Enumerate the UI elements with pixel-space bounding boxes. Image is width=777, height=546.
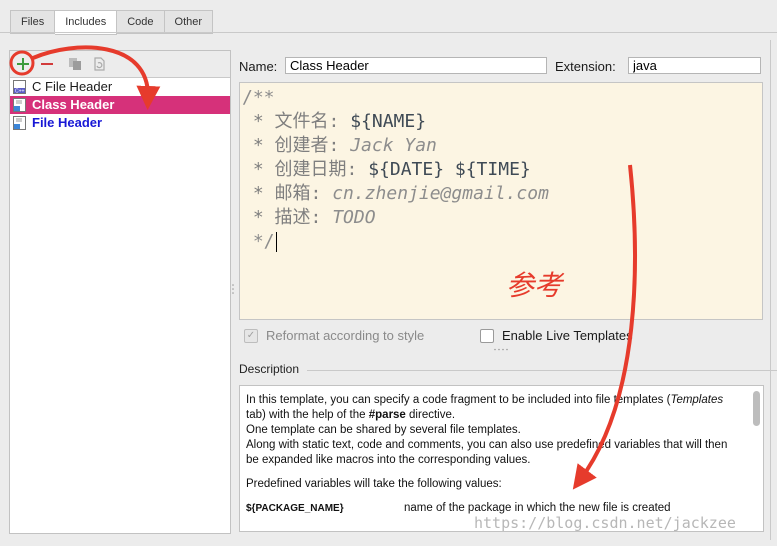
list-item-c-file-header[interactable]: C++ C File Header [10, 78, 230, 96]
name-input[interactable] [285, 57, 547, 74]
variable-name: ${PACKAGE_NAME} [246, 503, 344, 514]
description-scrollbar[interactable] [753, 391, 760, 426]
code-line: /** [242, 87, 275, 108]
description-title: Description [239, 362, 300, 376]
list-item-class-header[interactable]: Class Header [10, 96, 230, 114]
description-paragraph: In this template, you can specify a code… [246, 394, 728, 466]
svg-text:C++: C++ [15, 89, 25, 95]
description-panel[interactable]: In this template, you can specify a code… [239, 385, 764, 532]
description-divider [307, 370, 777, 371]
code-line: * 文件名: ${NAME} [242, 111, 427, 132]
handwritten-annotation: 参考 [506, 269, 563, 302]
add-template-button[interactable] [14, 55, 32, 73]
extension-input[interactable] [628, 57, 761, 74]
copy-icon [69, 58, 81, 70]
tab-divider [0, 32, 777, 33]
reformat-checkbox[interactable]: ✓ Reformat according to style [244, 328, 424, 343]
template-list-panel: C++ C File Header Class Header File Head… [9, 50, 231, 534]
list-item-file-header[interactable]: File Header [10, 114, 230, 132]
code-line: * 创建日期: ${DATE} ${TIME} [242, 159, 531, 180]
code-line: * 创建者: Jack Yan [242, 135, 437, 156]
checkbox-checked-icon: ✓ [244, 328, 258, 343]
live-templates-checkbox[interactable]: Enable Live Templates [480, 328, 633, 343]
extension-label: Extension: [555, 59, 616, 74]
list-item-label: Class Header [32, 97, 115, 112]
live-templates-label: Enable Live Templates [502, 328, 633, 343]
tab-code[interactable]: Code [117, 10, 165, 34]
panel-border [770, 40, 771, 540]
code-line: * 描述: TODO [242, 207, 376, 228]
reformat-label: Reformat according to style [266, 328, 425, 343]
tab-files[interactable]: Files [10, 10, 56, 34]
splitter-handle[interactable] [231, 283, 235, 295]
plus-icon [17, 58, 29, 70]
name-label: Name: [239, 59, 278, 74]
reset-icon [94, 57, 105, 71]
splitter-handle-horizontal[interactable] [493, 348, 509, 351]
java-file-icon [13, 98, 26, 112]
code-line: */ [242, 231, 277, 252]
description-paragraph: Predefined variables will take the follo… [246, 478, 502, 490]
c-file-icon: C++ [13, 80, 26, 94]
template-editor[interactable]: /** * 文件名: ${NAME} * 创建者: Jack Yan * 创建日… [239, 82, 763, 320]
reset-template-button[interactable] [90, 55, 108, 73]
text-cursor [275, 232, 277, 252]
list-toolbar [10, 51, 230, 78]
template-list: C++ C File Header Class Header File Head… [10, 78, 230, 132]
checkbox-unchecked-icon [480, 328, 494, 343]
java-file-icon [13, 116, 26, 130]
list-item-label: File Header [32, 115, 103, 130]
minus-icon [41, 63, 53, 65]
copy-template-button[interactable] [66, 55, 84, 73]
list-item-label: C File Header [32, 79, 113, 94]
code-line: * 邮箱: cn.zhenjie@gmail.com [242, 183, 549, 204]
watermark: https://blog.csdn.net/jackzee [474, 514, 736, 532]
tab-other[interactable]: Other [164, 10, 214, 34]
remove-template-button[interactable] [38, 55, 56, 73]
tab-bar: Files Includes Code Other [10, 10, 214, 35]
